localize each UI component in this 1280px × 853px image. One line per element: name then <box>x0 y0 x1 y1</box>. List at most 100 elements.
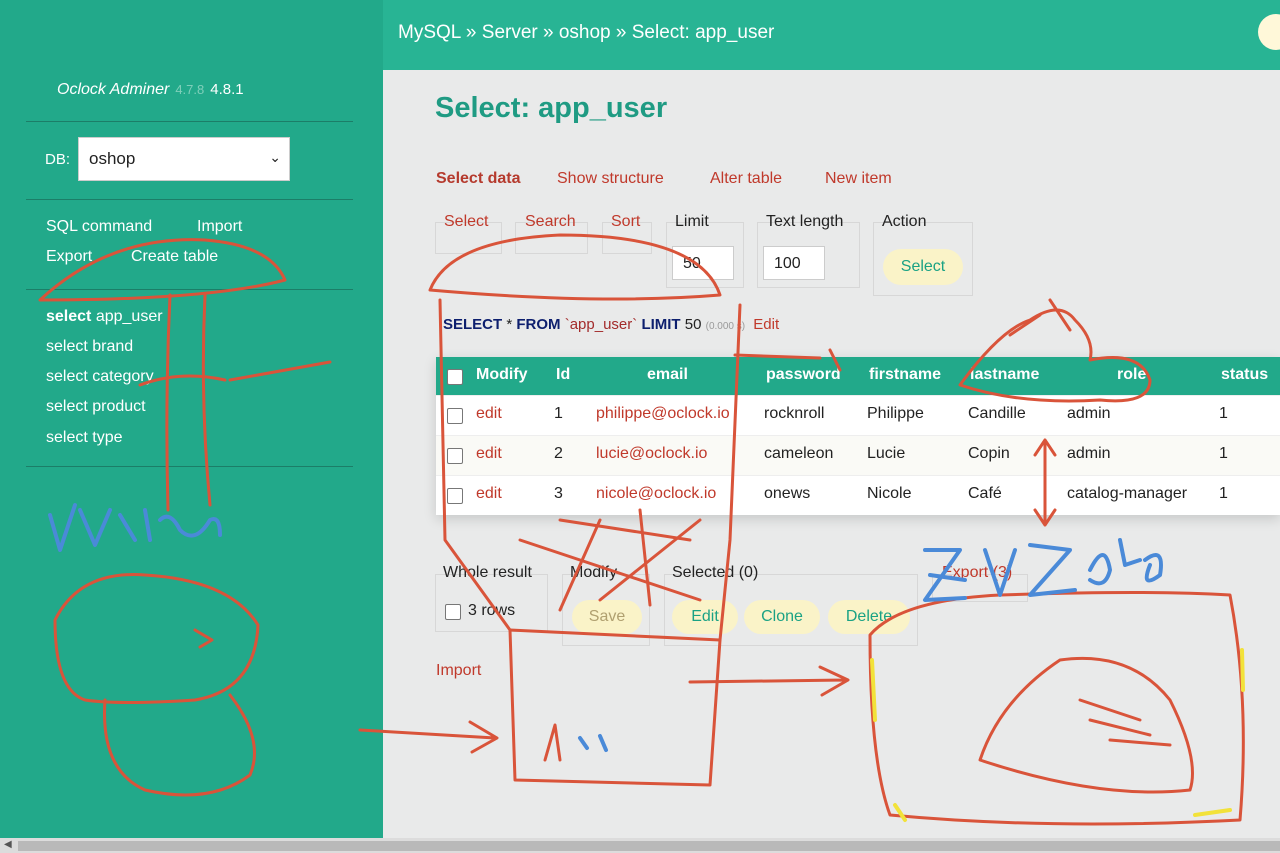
result-table: Modify Id email password firstname lastn… <box>436 357 1280 515</box>
page-title: Select: app_user <box>435 92 668 124</box>
sql-edit-link[interactable]: Edit <box>753 316 779 333</box>
scroll-thumb[interactable] <box>18 841 1280 851</box>
import-link[interactable]: Import <box>436 662 481 680</box>
sidebar-item-category[interactable]: select category <box>46 368 154 386</box>
table-header: Modify Id email password firstname lastn… <box>436 357 1280 395</box>
sidebar-item-brand[interactable]: select brand <box>46 338 133 356</box>
cell-email[interactable]: lucie@oclock.io <box>596 445 707 463</box>
select-link[interactable]: select <box>46 338 88 355</box>
select-button[interactable]: Select <box>883 249 963 285</box>
app-brand[interactable]: Oclock Adminer 4.7.8 4.8.1 <box>57 81 244 99</box>
text-length-input[interactable]: 100 <box>763 246 825 280</box>
clone-button[interactable]: Clone <box>744 600 820 634</box>
action-label: Action <box>882 213 927 230</box>
modify-label: Modify <box>570 564 618 581</box>
import-link[interactable]: Import <box>197 218 242 236</box>
column-header[interactable]: status <box>1221 366 1268 384</box>
select-all-checkbox[interactable] <box>447 369 463 385</box>
column-header[interactable]: lastname <box>970 366 1039 384</box>
sql-command-link[interactable]: SQL command <box>46 218 152 236</box>
row-checkbox[interactable] <box>447 448 463 464</box>
table-link[interactable]: type <box>92 429 122 446</box>
cell-id: 2 <box>554 445 563 462</box>
export-link[interactable]: Export (3) <box>942 564 1012 582</box>
sort-fieldset-label[interactable]: Sort <box>611 213 640 231</box>
all-rows-checkbox[interactable] <box>445 604 461 620</box>
divider <box>26 289 353 290</box>
sql-table: `app_user` <box>564 316 638 333</box>
sql-time: (0.000 s) <box>705 321 746 332</box>
table-link[interactable]: category <box>92 368 153 385</box>
select-link[interactable]: select <box>46 308 91 325</box>
brand-old-version: 4.7.8 <box>175 82 205 97</box>
db-select[interactable]: oshop ⌄ <box>78 137 290 181</box>
cell-lastname: Candille <box>968 405 1026 422</box>
select-fieldset-label[interactable]: Select <box>444 213 488 231</box>
scroll-left-arrow-icon[interactable]: ◀ <box>4 839 12 850</box>
column-header[interactable]: email <box>647 366 688 384</box>
brand-version: 4.8.1 <box>210 81 244 98</box>
cell-email[interactable]: nicole@oclock.io <box>596 485 716 503</box>
save-button[interactable]: Save <box>572 600 642 634</box>
select-link[interactable]: select <box>46 398 88 415</box>
cell-firstname: Lucie <box>867 445 906 462</box>
select-link[interactable]: select <box>46 368 88 385</box>
sql-limit-value: 50 <box>684 316 702 333</box>
select-link[interactable]: select <box>46 429 88 446</box>
sidebar-item-app-user[interactable]: select app_user <box>46 308 163 326</box>
divider <box>26 121 353 122</box>
cell-id: 1 <box>554 405 563 422</box>
horizontal-scrollbar[interactable]: ◀ <box>0 838 1280 853</box>
cell-status: 1 <box>1219 445 1228 462</box>
text-length-label: Text length <box>766 213 844 230</box>
row-checkbox[interactable] <box>447 408 463 424</box>
search-fieldset-label[interactable]: Search <box>525 213 576 231</box>
row-edit-link[interactable]: edit <box>476 445 502 463</box>
create-table-link[interactable]: Create table <box>131 248 218 266</box>
cell-email[interactable]: philippe@oclock.io <box>596 405 730 423</box>
column-header[interactable]: Modify <box>476 366 528 384</box>
limit-input[interactable]: 50 <box>672 246 734 280</box>
row-edit-link[interactable]: edit <box>476 485 502 503</box>
table-link[interactable]: brand <box>92 338 133 355</box>
sql-keyword: SELECT <box>443 316 503 333</box>
cell-status: 1 <box>1219 405 1228 422</box>
whole-result-label: Whole result <box>443 564 532 581</box>
edit-button[interactable]: Edit <box>672 600 738 634</box>
cell-role: admin <box>1067 405 1111 422</box>
row-edit-link[interactable]: edit <box>476 405 502 423</box>
cell-password: onews <box>764 485 811 502</box>
avatar[interactable] <box>1258 14 1280 50</box>
tab-new-item[interactable]: New item <box>825 170 892 188</box>
cell-password: rocknroll <box>764 405 825 422</box>
cell-firstname: Philippe <box>867 405 924 422</box>
column-header[interactable]: firstname <box>869 366 941 384</box>
column-header[interactable]: role <box>1117 366 1146 384</box>
sql-query: SELECT * FROM `app_user` LIMIT 50 (0.000… <box>443 316 779 333</box>
brand-name: Oclock Adminer <box>57 81 170 98</box>
table-row: edit 1 philippe@oclock.io rocknroll Phil… <box>436 395 1280 435</box>
sidebar-item-type[interactable]: select type <box>46 429 123 447</box>
db-label: DB: <box>45 151 71 168</box>
tab-select-data[interactable]: Select data <box>436 170 520 188</box>
breadcrumb[interactable]: MySQL » Server » oshop » Select: app_use… <box>398 22 774 44</box>
cell-role: catalog-manager <box>1067 485 1188 502</box>
column-header[interactable]: password <box>766 366 841 384</box>
column-header[interactable]: Id <box>556 366 570 384</box>
cell-id: 3 <box>554 485 563 502</box>
limit-label: Limit <box>675 213 709 230</box>
cell-lastname: Copin <box>968 445 1010 462</box>
sql-keyword: FROM <box>516 316 561 333</box>
top-bar: MySQL » Server » oshop » Select: app_use… <box>383 0 1280 70</box>
cell-status: 1 <box>1219 485 1228 502</box>
sidebar-item-product[interactable]: select product <box>46 398 146 416</box>
table-link[interactable]: product <box>92 398 145 415</box>
tab-alter-table[interactable]: Alter table <box>710 170 782 188</box>
table-row: edit 3 nicole@oclock.io onews Nicole Caf… <box>436 475 1280 515</box>
table-link[interactable]: app_user <box>96 308 163 325</box>
row-checkbox[interactable] <box>447 488 463 504</box>
delete-button[interactable]: Delete <box>828 600 910 634</box>
tab-show-structure[interactable]: Show structure <box>557 170 664 188</box>
export-link[interactable]: Export <box>46 248 92 266</box>
db-selected-value: oshop <box>89 149 136 168</box>
